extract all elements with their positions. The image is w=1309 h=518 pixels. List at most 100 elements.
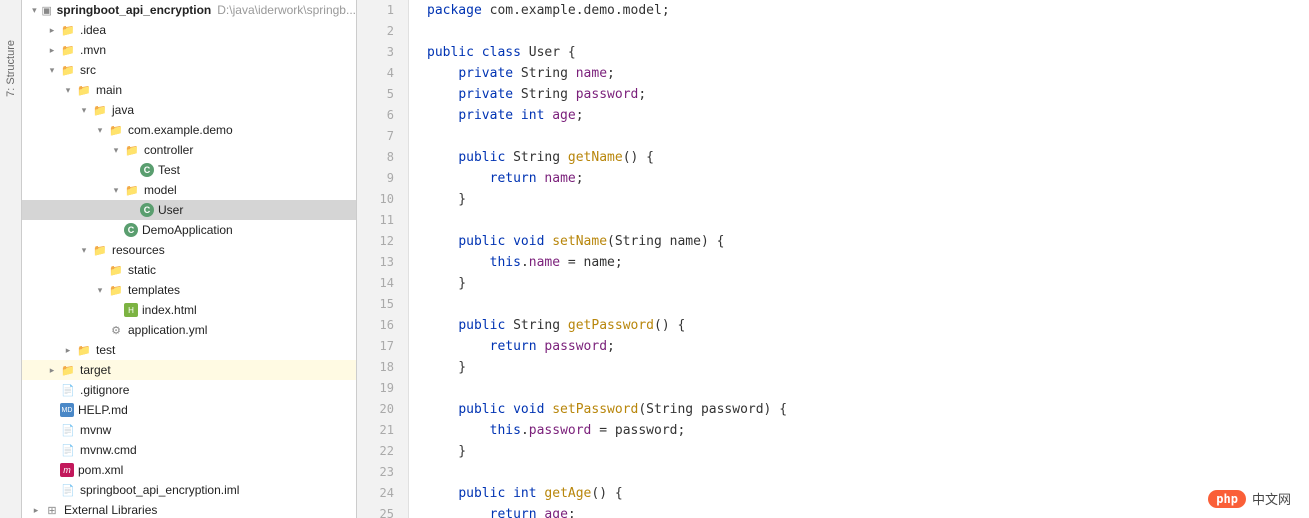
tree-item-label: java (112, 103, 134, 117)
code-line[interactable]: } (427, 189, 1309, 210)
tree-item[interactable]: ·📄.gitignore (22, 380, 356, 400)
tree-item[interactable]: ▸📁.mvn (22, 40, 356, 60)
tree-item[interactable]: ·Hindex.html (22, 300, 356, 320)
tree-item[interactable]: ·📄mvnw (22, 420, 356, 440)
code-line[interactable]: return name; (427, 168, 1309, 189)
tree-item[interactable]: ▾📁 model (22, 180, 356, 200)
chevron-down-icon[interactable]: ▾ (78, 244, 90, 256)
tree-item[interactable]: ▾📁controller (22, 140, 356, 160)
chevron-down-icon[interactable]: ▾ (94, 124, 106, 136)
tree-item[interactable]: ▸📁.idea (22, 20, 356, 40)
chevron-right-icon[interactable]: ▸ (46, 364, 58, 376)
code-line[interactable] (427, 126, 1309, 147)
tree-item-label: src (80, 63, 96, 77)
code-line[interactable] (427, 294, 1309, 315)
chevron-right-icon[interactable]: ▸ (46, 24, 58, 36)
tree-item[interactable]: ▾📁com.example.demo (22, 120, 356, 140)
tree-item[interactable]: ·📄springboot_api_encryption.iml (22, 480, 356, 500)
code-line[interactable]: private String name; (427, 63, 1309, 84)
tree-item[interactable]: ·mpom.xml (22, 460, 356, 480)
file-icon: 📄 (60, 482, 76, 498)
tree-item-label: application.yml (128, 323, 207, 337)
folder-icon: 📁 (108, 262, 124, 278)
code-line[interactable]: public class User { (427, 42, 1309, 63)
chevron-right-icon[interactable]: ▸ (46, 44, 58, 56)
code-editor[interactable]: 1234567891011121314151617181920212223242… (357, 0, 1309, 518)
tree-item[interactable]: ▾📁templates (22, 280, 356, 300)
tree-item[interactable]: ▾📁java (22, 100, 356, 120)
tree-item[interactable]: ▾📁resources (22, 240, 356, 260)
arrow-placeholder: · (46, 384, 58, 396)
line-number: 14 (357, 273, 408, 294)
code-line[interactable]: this.password = password; (427, 420, 1309, 441)
tree-item[interactable]: ·📄mvnw.cmd (22, 440, 356, 460)
chevron-down-icon[interactable]: ▾ (62, 84, 74, 96)
tree-item[interactable]: ▾📁src (22, 60, 356, 80)
chevron-down-icon[interactable]: ▾ (46, 64, 58, 76)
chevron-down-icon[interactable]: ▾ (110, 184, 122, 196)
line-number: 3 (357, 42, 408, 63)
code-line[interactable]: } (427, 441, 1309, 462)
code-line[interactable]: public int getAge() { (427, 483, 1309, 504)
file-icon: 📄 (60, 422, 76, 438)
code-line[interactable]: private int age; (427, 105, 1309, 126)
php-badge-icon: php (1208, 490, 1246, 508)
code-line[interactable]: public String getName() { (427, 147, 1309, 168)
tree-item[interactable]: ▾▣springboot_api_encryptionD:\java\iderw… (22, 0, 356, 20)
line-number: 23 (357, 462, 408, 483)
line-number: 15 (357, 294, 408, 315)
tree-item[interactable]: ·📁static (22, 260, 356, 280)
tree-item-label: static (128, 263, 156, 277)
maven-file-icon: m (60, 463, 74, 477)
line-number: 24 (357, 483, 408, 504)
tree-item[interactable]: ·CTest (22, 160, 356, 180)
line-number: 1 (357, 0, 408, 21)
tree-item-label: User (158, 203, 183, 217)
code-line[interactable]: public void setPassword(String password)… (427, 399, 1309, 420)
code-line[interactable]: public void setName(String name) { (427, 231, 1309, 252)
chevron-down-icon[interactable]: ▾ (110, 144, 122, 156)
code-line[interactable]: return age; (427, 504, 1309, 518)
chevron-down-icon[interactable]: ▾ (30, 4, 39, 16)
chevron-down-icon[interactable]: ▾ (94, 284, 106, 296)
tree-item[interactable]: ▸⊞External Libraries (22, 500, 356, 518)
tree-item-label: target (80, 363, 111, 377)
code-line[interactable]: private String password; (427, 84, 1309, 105)
code-line[interactable] (427, 21, 1309, 42)
code-line[interactable] (427, 210, 1309, 231)
tree-item[interactable]: ·CUser (22, 200, 356, 220)
folder-icon: 📁 (108, 122, 124, 138)
tree-item[interactable]: ·MDHELP.md (22, 400, 356, 420)
folder-icon: 📁 (60, 42, 76, 58)
tree-item[interactable]: ▸📁test (22, 340, 356, 360)
tree-item-label: model (144, 183, 177, 197)
code-line[interactable]: package com.example.demo.model; (427, 0, 1309, 21)
code-content[interactable]: package com.example.demo.model; public cl… (409, 0, 1309, 518)
tree-item-label: index.html (142, 303, 197, 317)
line-number: 22 (357, 441, 408, 462)
structure-tab[interactable]: 7: Structure (5, 40, 17, 97)
code-line[interactable]: } (427, 357, 1309, 378)
arrow-placeholder: · (46, 484, 58, 496)
code-line[interactable]: public String getPassword() { (427, 315, 1309, 336)
tree-item-label: External Libraries (64, 503, 157, 517)
code-line[interactable]: return password; (427, 336, 1309, 357)
tree-item[interactable]: ▸📁target (22, 360, 356, 380)
chevron-right-icon[interactable]: ▸ (62, 344, 74, 356)
code-line[interactable]: this.name = name; (427, 252, 1309, 273)
code-line[interactable]: } (427, 273, 1309, 294)
project-tree-panel[interactable]: ▾▣springboot_api_encryptionD:\java\iderw… (22, 0, 357, 518)
folder-icon: 📁 (124, 182, 140, 198)
tree-item[interactable]: ▾📁main (22, 80, 356, 100)
chevron-right-icon[interactable]: ▸ (30, 504, 42, 516)
chevron-down-icon[interactable]: ▾ (78, 104, 90, 116)
tree-item[interactable]: ·⚙application.yml (22, 320, 356, 340)
arrow-placeholder: · (126, 204, 138, 216)
tree-item-label: .idea (80, 23, 106, 37)
code-line[interactable] (427, 378, 1309, 399)
side-tool-panel: 7: Structure (0, 0, 22, 518)
tree-item[interactable]: ·CDemoApplication (22, 220, 356, 240)
code-line[interactable] (427, 462, 1309, 483)
line-number: 20 (357, 399, 408, 420)
tree-item-label: pom.xml (78, 463, 123, 477)
